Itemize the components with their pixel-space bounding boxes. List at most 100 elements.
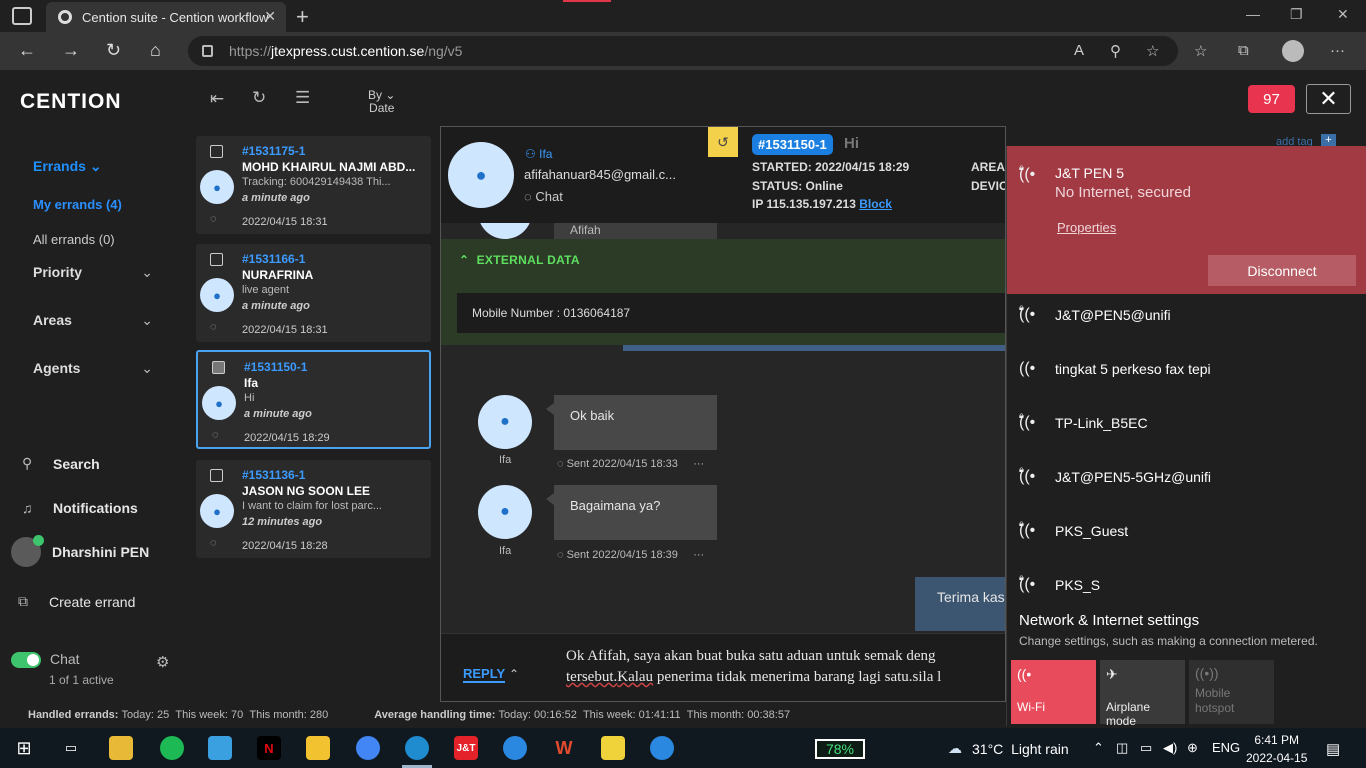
forward-icon[interactable]: → [62, 40, 80, 61]
netflix-icon[interactable]: N [257, 736, 281, 760]
errand-card[interactable]: ● #1531136-1 JASON NG SOON LEE I want to… [196, 460, 431, 558]
create-errand-button[interactable]: ⧉ Create errand [18, 593, 135, 610]
network-item[interactable]: PKS_S [1055, 577, 1100, 593]
chat-app-icon[interactable] [650, 736, 674, 760]
lock-icon: 🔒︎ [1019, 518, 1024, 528]
edge-icon[interactable] [405, 736, 429, 760]
sidebar-group-agents[interactable]: Agents ⌄ [33, 360, 153, 376]
battery-indicator[interactable]: 78% [815, 739, 865, 759]
spotify-icon[interactable] [160, 736, 184, 760]
refresh-list-icon[interactable]: ↻ [252, 88, 266, 108]
sidebar-item-my-errands[interactable]: My errands (4) [33, 197, 122, 212]
network-item[interactable]: TP-Link_B5EC [1055, 415, 1148, 431]
search-link[interactable]: ⚲ Search [22, 455, 100, 472]
message-more-icon[interactable]: ··· [693, 549, 704, 561]
user-profile[interactable]: Dharshini PEN [11, 535, 149, 567]
favorite-add-icon[interactable]: ☆ [1146, 42, 1159, 60]
message-more-icon[interactable]: ··· [693, 458, 704, 470]
chrome-icon[interactable] [356, 736, 380, 760]
close-errand-button[interactable]: ✕ [1306, 84, 1351, 114]
lock-icon: 🔒︎ [1019, 302, 1024, 312]
volume-icon[interactable]: ◀) [1163, 740, 1177, 756]
connected-network[interactable]: 🔒︎ ((• J&T PEN 5 No Internet, secured Pro… [1007, 146, 1366, 294]
wps-office-icon[interactable]: W [552, 736, 576, 760]
errand-card[interactable]: ● #1531166-1 NURAFRINA live agent a minu… [196, 244, 431, 342]
disconnect-button[interactable]: Disconnect [1208, 255, 1356, 286]
sidebar-group-priority[interactable]: Priority ⌄ [33, 264, 153, 280]
reply-editor[interactable]: Ok Afifah, saya akan buat buka satu adua… [566, 646, 1005, 688]
network-item[interactable]: PKS_Guest [1055, 523, 1128, 539]
properties-link[interactable]: Properties [1057, 220, 1116, 235]
history-icon[interactable]: ↺ [708, 127, 738, 157]
tab-actions-icon[interactable] [12, 7, 32, 25]
profile-avatar[interactable] [1282, 40, 1304, 62]
sticky-notes-icon[interactable] [601, 736, 625, 760]
language-indicator[interactable]: ENG [1212, 740, 1240, 755]
aht-week: This week: 01:41:11 [582, 709, 681, 721]
external-data-toggle[interactable]: ⌃ EXTERNAL DATA [459, 253, 580, 267]
zoom-icon[interactable]: ⚲ [1110, 42, 1121, 60]
read-aloud-icon[interactable]: A [1074, 42, 1084, 59]
chat-icon: ◌ [524, 189, 532, 204]
url-prefix: https:// [229, 43, 272, 59]
network-item[interactable]: J&T@PEN5-5GHz@unifi [1055, 469, 1211, 485]
network-item[interactable]: tingkat 5 perkeso fax tepi [1055, 361, 1211, 377]
notification-count-badge[interactable]: 97 [1248, 85, 1295, 113]
back-icon[interactable]: ← [18, 40, 36, 61]
block-link[interactable]: Block [859, 197, 892, 211]
message-sent-time: ◌ Sent 2022/04/15 18:39 ··· [557, 549, 705, 561]
network-item[interactable]: J&T@PEN5@unifi [1055, 307, 1171, 323]
network-settings-link[interactable]: Network & Internet settings [1019, 612, 1199, 629]
errand-checkbox[interactable] [210, 145, 223, 158]
collapse-panel-icon[interactable]: ⇤ [210, 89, 224, 109]
chevron-up-icon[interactable]: ⌃ [509, 667, 519, 681]
restore-icon[interactable]: ❐ [1290, 6, 1303, 23]
errand-checkbox[interactable] [210, 469, 223, 482]
sidebar-item-all-errands[interactable]: All errands (0) [33, 232, 115, 247]
chat-toggle[interactable] [11, 652, 41, 668]
wifi-icon: ((• [1019, 360, 1036, 377]
url-field[interactable]: https://jtexpress.cust.cention.se/ng/v5 [188, 36, 1178, 66]
app-icon[interactable] [306, 736, 330, 760]
list-view-icon[interactable]: ☰ [295, 88, 310, 108]
windows-start-icon[interactable]: ⊞ [12, 736, 36, 760]
favorites-icon[interactable]: ☆ [1194, 42, 1207, 60]
file-explorer-icon[interactable] [109, 736, 133, 760]
errand-checkbox[interactable] [212, 361, 225, 374]
errand-card[interactable]: ● #1531175-1 MOHD KHAIRUL NAJMI ABD... T… [196, 136, 431, 234]
window-close-icon[interactable]: ✕ [1337, 6, 1349, 23]
weather-widget[interactable]: ☁ 31°C Light rain [948, 740, 1069, 757]
notifications-link[interactable]: ♫ Notifications [22, 500, 138, 516]
errand-card-selected[interactable]: ● #1531150-1 Ifa Hi a minute ago ◌ 2022/… [196, 350, 431, 449]
chat-settings-icon[interactable]: ⚙ [156, 653, 169, 671]
chevron-up-icon[interactable]: ⌃ [1093, 740, 1104, 756]
customer-name[interactable]: ⚇ Ifa [525, 147, 552, 161]
refresh-icon[interactable]: ↻ [106, 40, 121, 61]
airplane-quick-tile[interactable]: ✈ Airplane mode [1100, 660, 1185, 728]
errands-section-toggle[interactable]: Errands ⌄ [33, 158, 102, 175]
microsoft-store-icon[interactable] [208, 736, 232, 760]
network-tray-icon[interactable]: ◫ [1116, 740, 1128, 756]
sort-dropdown[interactable]: By ⌄ Date [368, 89, 395, 115]
messenger-icon[interactable] [503, 736, 527, 760]
errand-date: 2022/04/15 18:29 [244, 432, 330, 444]
errand-checkbox[interactable] [210, 253, 223, 266]
more-icon[interactable]: ··· [1330, 42, 1345, 59]
home-icon[interactable]: ⌂ [150, 40, 161, 61]
notification-center-icon[interactable]: ▤ [1326, 740, 1340, 758]
wifi-quick-tile[interactable]: ((• Wi-Fi [1011, 660, 1096, 724]
hotspot-quick-tile[interactable]: ((•)) Mobile hotspot [1189, 660, 1274, 724]
minimize-icon[interactable]: ― [1246, 6, 1260, 22]
globe-icon[interactable]: ⊕ [1187, 740, 1198, 756]
task-view-icon[interactable]: ▭ [59, 736, 83, 760]
jt-express-icon[interactable]: J&T [454, 736, 478, 760]
reply-tab[interactable]: REPLY [463, 666, 506, 683]
collections-icon[interactable]: ⧉ [1238, 42, 1249, 59]
tab-close-icon[interactable]: ✕ [264, 8, 276, 25]
battery-tray-icon[interactable]: ▭ [1140, 740, 1152, 756]
browser-tab[interactable]: Cention suite - Cention workflow ✕ [46, 2, 286, 32]
system-clock[interactable]: 6:41 PM 2022-04-15 [1246, 731, 1307, 767]
errand-id-pill: #1531150-1 [752, 134, 833, 155]
new-tab-button[interactable]: + [296, 4, 309, 30]
sidebar-group-areas[interactable]: Areas ⌄ [33, 312, 153, 328]
